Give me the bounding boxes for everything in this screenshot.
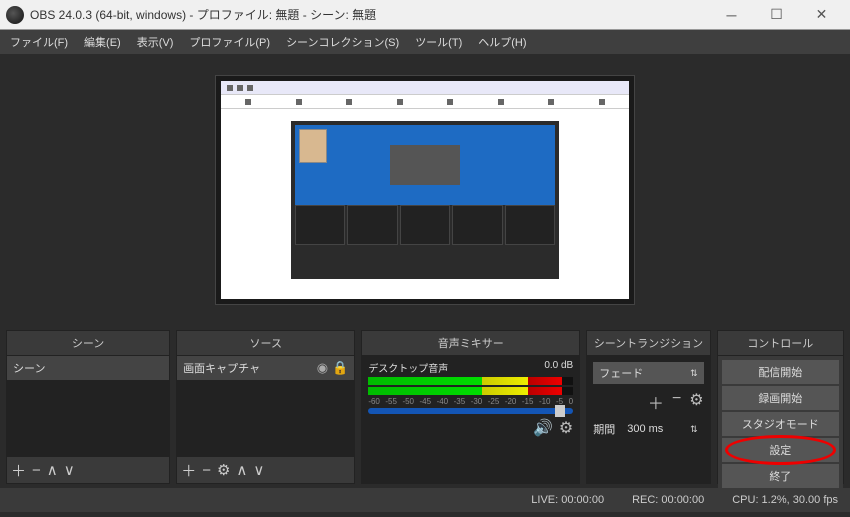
start-record-button[interactable]: 録画開始 — [722, 386, 839, 410]
menu-profile[interactable]: プロファイル(P) — [183, 32, 276, 52]
window-title: OBS 24.0.3 (64-bit, windows) - プロファイル: 無… — [30, 6, 709, 23]
titlebar: OBS 24.0.3 (64-bit, windows) - プロファイル: 無… — [0, 0, 850, 30]
sources-header: ソース — [177, 331, 354, 356]
studio-mode-button[interactable]: スタジオモード — [722, 412, 839, 436]
volume-slider[interactable] — [368, 408, 573, 414]
scenes-header: シーン — [7, 331, 169, 356]
source-settings-icon[interactable]: ⚙ — [217, 461, 230, 479]
add-source-icon[interactable]: ＋ — [181, 460, 196, 481]
transitions-header: シーントランジション — [587, 331, 709, 356]
controls-header: コントロール — [718, 331, 843, 356]
spinner-icon[interactable]: ⇅ — [690, 424, 698, 435]
close-button[interactable]: ✕ — [799, 1, 844, 29]
menubar: ファイル(F) 編集(E) 表示(V) プロファイル(P) シーンコレクション(… — [0, 30, 850, 54]
add-transition-icon[interactable]: ＋ — [648, 390, 664, 414]
mixer-gear-icon[interactable]: ⚙ — [559, 418, 573, 438]
mixer-header: 音声ミキサー — [362, 331, 579, 356]
duration-label: 期間 — [593, 421, 615, 437]
transition-select[interactable]: フェード ⇅ — [593, 362, 703, 384]
visibility-icon[interactable]: ◉ — [317, 360, 328, 376]
exit-button[interactable]: 終了 — [722, 464, 839, 488]
menu-view[interactable]: 表示(V) — [131, 32, 180, 52]
add-scene-icon[interactable]: ＋ — [11, 460, 26, 481]
mixer-track-db: 0.0 dB — [544, 360, 573, 375]
transition-gear-icon[interactable]: ⚙ — [689, 390, 703, 414]
source-up-icon[interactable]: ∧ — [236, 461, 247, 479]
sources-dock: ソース 画面キャプチャ ◉ 🔒 ＋ − ⚙ ∧ ∨ — [176, 330, 355, 484]
menu-scenecollection[interactable]: シーンコレクション(S) — [280, 32, 405, 52]
preview-area — [0, 54, 850, 326]
remove-transition-icon[interactable]: − — [672, 390, 681, 414]
scene-item-label: シーン — [13, 360, 45, 376]
scene-down-icon[interactable]: ∨ — [64, 461, 75, 479]
status-cpu: CPU: 1.2%, 30.00 fps — [732, 494, 838, 506]
source-down-icon[interactable]: ∨ — [253, 461, 264, 479]
minimize-button[interactable]: ─ — [709, 1, 754, 29]
transitions-dock: シーントランジション フェード ⇅ ＋ − ⚙ 期間 300 ms ⇅ — [586, 330, 710, 484]
status-rec: REC: 00:00:00 — [632, 494, 704, 506]
audio-meter — [368, 377, 573, 385]
mixer-track-name: デスクトップ音声 — [368, 360, 448, 375]
maximize-button[interactable]: ☐ — [754, 1, 799, 29]
scenes-dock: シーン シーン ＋ − ∧ ∨ — [6, 330, 170, 484]
menu-edit[interactable]: 編集(E) — [78, 32, 127, 52]
source-item[interactable]: 画面キャプチャ ◉ 🔒 — [177, 356, 354, 380]
chevron-up-down-icon: ⇅ — [690, 368, 698, 379]
source-item-label: 画面キャプチャ — [183, 360, 260, 376]
duration-value: 300 ms — [627, 423, 663, 435]
settings-button[interactable]: 設定 — [722, 438, 839, 462]
start-stream-button[interactable]: 配信開始 — [722, 360, 839, 384]
status-live: LIVE: 00:00:00 — [531, 494, 604, 506]
remove-scene-icon[interactable]: − — [32, 462, 41, 479]
menu-tools[interactable]: ツール(T) — [409, 32, 468, 52]
menu-help[interactable]: ヘルプ(H) — [472, 32, 532, 52]
scene-item[interactable]: シーン — [7, 356, 169, 380]
transition-selected: フェード — [599, 365, 643, 381]
meter-ticks: -60-55-50-45-40-35-30-25-20-15-10-50 — [368, 397, 573, 406]
duration-spinbox[interactable]: 300 ms ⇅ — [621, 420, 703, 438]
menu-file[interactable]: ファイル(F) — [4, 32, 74, 52]
lock-icon[interactable]: 🔒 — [332, 360, 348, 376]
obs-logo-icon — [6, 6, 24, 24]
preview-canvas[interactable] — [215, 75, 635, 305]
docks-row: シーン シーン ＋ − ∧ ∨ ソース 画面キャプチャ ◉ 🔒 ＋ — [0, 326, 850, 488]
controls-dock: コントロール 配信開始 録画開始 スタジオモード 設定 終了 — [717, 330, 844, 484]
audio-mixer-dock: 音声ミキサー デスクトップ音声 0.0 dB -60-55-50-45-40-3… — [361, 330, 580, 484]
scene-up-icon[interactable]: ∧ — [47, 461, 58, 479]
speaker-icon[interactable]: 🔊 — [533, 418, 553, 438]
remove-source-icon[interactable]: − — [202, 462, 211, 479]
audio-meter-2 — [368, 387, 573, 395]
